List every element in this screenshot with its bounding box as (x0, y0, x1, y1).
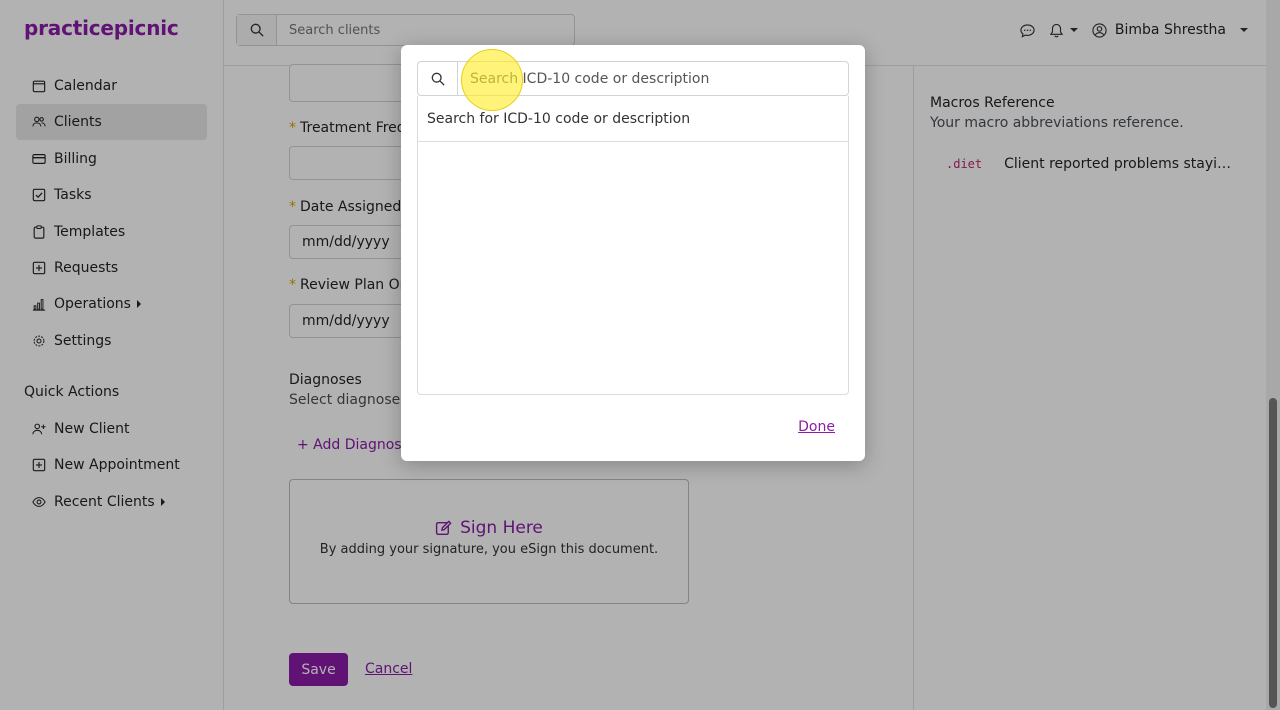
icd10-search-modal: Search for ICD-10 code or description Do… (401, 45, 865, 461)
done-button[interactable]: Done (798, 419, 835, 435)
icd10-search (417, 61, 849, 96)
search-icon[interactable] (418, 62, 458, 95)
icd10-search-hint: Search for ICD-10 code or description (418, 96, 848, 142)
icd10-search-input[interactable] (458, 62, 848, 95)
icd10-results-list[interactable]: Search for ICD-10 code or description (417, 96, 849, 395)
